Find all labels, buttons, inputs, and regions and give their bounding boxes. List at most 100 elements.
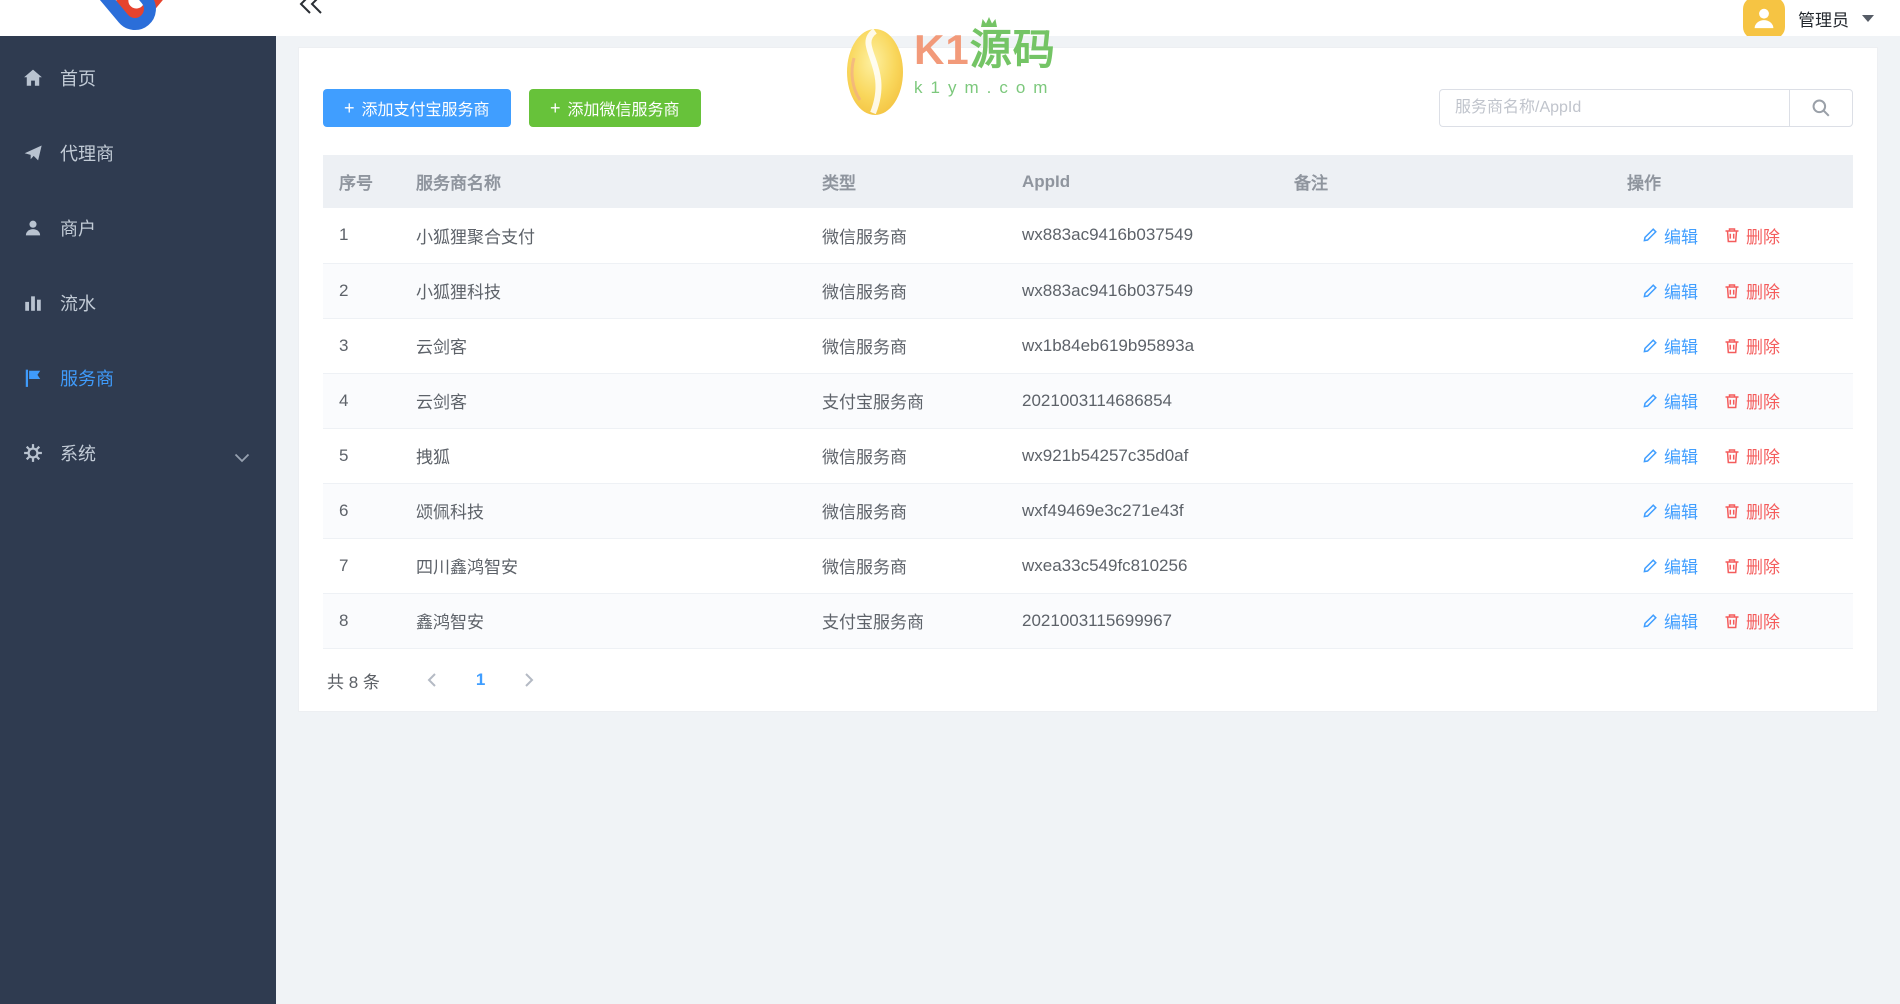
cell-index: 4 (323, 373, 416, 429)
trash-icon (1725, 613, 1739, 628)
sidebar-item-transactions[interactable]: 流水 (0, 265, 276, 340)
cell-appid: wx883ac9416b037549 (1022, 208, 1294, 264)
cell-type: 微信服务商 (822, 208, 1022, 264)
cell-type: 微信服务商 (822, 428, 1022, 484)
app-logo[interactable] (88, 0, 184, 36)
chevron-right-icon (525, 673, 534, 687)
cell-remark (1294, 208, 1627, 264)
sidebar-item-label: 系统 (60, 443, 96, 464)
sidebar-item-home[interactable]: 首页 (0, 40, 276, 115)
cell-index: 5 (323, 428, 416, 484)
cell-name: 颂佩科技 (416, 483, 822, 539)
sidebar: 首页 代理商 商户 流水 服务商 系统 (0, 36, 276, 1004)
pencil-icon (1643, 558, 1657, 573)
cell-appid: wxea33c549fc810256 (1022, 538, 1294, 594)
delete-button[interactable]: 删除 (1724, 388, 1780, 413)
flag-icon (23, 368, 43, 388)
trash-icon (1725, 228, 1739, 243)
edit-button[interactable]: 编辑 (1642, 333, 1698, 358)
edit-button[interactable]: 编辑 (1642, 388, 1698, 413)
cell-appid: 2021003114686854 (1022, 373, 1294, 429)
cell-name: 鑫鸿智安 (416, 593, 822, 649)
cell-remark (1294, 318, 1627, 374)
avatar (1743, 0, 1785, 36)
service-provider-panel: + 添加支付宝服务商 + 添加微信服务商 序号 服务商名称 类型 AppId 备… (298, 47, 1878, 712)
pencil-icon (1643, 503, 1657, 518)
edit-button[interactable]: 编辑 (1642, 553, 1698, 578)
edit-button[interactable]: 编辑 (1642, 443, 1698, 468)
col-remark: 备注 (1294, 155, 1627, 208)
pencil-icon (1643, 613, 1657, 628)
cell-type: 微信服务商 (822, 483, 1022, 539)
table-row: 3 云剑客 微信服务商 wx1b84eb619b95893a 编辑 删除 (323, 318, 1853, 374)
add-alipay-provider-button[interactable]: + 添加支付宝服务商 (323, 89, 511, 127)
search-icon (1812, 99, 1830, 117)
delete-button[interactable]: 删除 (1724, 498, 1780, 523)
cell-remark (1294, 483, 1627, 539)
cell-name: 云剑客 (416, 318, 822, 374)
sidebar-item-service-providers[interactable]: 服务商 (0, 340, 276, 415)
cell-appid: wx1b84eb619b95893a (1022, 318, 1294, 374)
search-button[interactable] (1789, 89, 1853, 127)
cell-name: 云剑客 (416, 373, 822, 429)
trash-icon (1725, 448, 1739, 463)
chart-icon (23, 293, 43, 313)
delete-button[interactable]: 删除 (1724, 223, 1780, 248)
cell-type: 微信服务商 (822, 263, 1022, 319)
pagination: 共 8 条 1 (327, 662, 545, 698)
trash-icon (1725, 503, 1739, 518)
table-row: 1 小狐狸聚合支付 微信服务商 wx883ac9416b037549 编辑 删除 (323, 208, 1853, 264)
sidebar-item-agents[interactable]: 代理商 (0, 115, 276, 190)
prev-page-button[interactable] (416, 672, 448, 688)
edit-button[interactable]: 编辑 (1642, 223, 1698, 248)
plus-icon: + (549, 97, 561, 118)
cell-remark (1294, 263, 1627, 319)
trash-icon (1725, 283, 1739, 298)
cell-remark (1294, 373, 1627, 429)
user-menu[interactable]: 管理员 (1743, 0, 1874, 36)
sidebar-item-label: 代理商 (60, 143, 114, 164)
col-name: 服务商名称 (416, 155, 822, 208)
table-row: 7 四川鑫鸿智安 微信服务商 wxea33c549fc810256 编辑 删除 (323, 538, 1853, 594)
next-page-button[interactable] (513, 672, 545, 688)
chevron-left-icon (427, 673, 436, 687)
sidebar-item-system[interactable]: 系统 (0, 415, 276, 490)
cell-name: 小狐狸科技 (416, 263, 822, 319)
col-type: 类型 (822, 155, 1022, 208)
pencil-icon (1643, 393, 1657, 408)
delete-button[interactable]: 删除 (1724, 553, 1780, 578)
edit-button[interactable]: 编辑 (1642, 608, 1698, 633)
sidebar-item-label: 商户 (60, 218, 96, 239)
table-row: 4 云剑客 支付宝服务商 2021003114686854 编辑 删除 (323, 373, 1853, 429)
cell-appid: wx921b54257c35d0af (1022, 428, 1294, 484)
admin-label: 管理员 (1798, 10, 1849, 30)
delete-button[interactable]: 删除 (1724, 608, 1780, 633)
pencil-icon (1643, 283, 1657, 298)
sidebar-collapse-icon[interactable] (298, 0, 324, 20)
delete-button[interactable]: 删除 (1724, 443, 1780, 468)
cell-remark (1294, 538, 1627, 594)
sidebar-item-label: 流水 (60, 293, 96, 314)
sidebar-item-merchants[interactable]: 商户 (0, 190, 276, 265)
search-group (1439, 89, 1853, 127)
cell-type: 微信服务商 (822, 318, 1022, 374)
delete-button[interactable]: 删除 (1724, 333, 1780, 358)
cell-appid: wx883ac9416b037549 (1022, 263, 1294, 319)
table-row: 5 拽狐 微信服务商 wx921b54257c35d0af 编辑 删除 (323, 428, 1853, 484)
user-icon (1754, 8, 1774, 29)
edit-button[interactable]: 编辑 (1642, 498, 1698, 523)
cell-type: 微信服务商 (822, 538, 1022, 594)
user-icon (23, 218, 43, 238)
cell-index: 2 (323, 263, 416, 319)
delete-button[interactable]: 删除 (1724, 278, 1780, 303)
pencil-icon (1643, 338, 1657, 353)
search-input[interactable] (1439, 89, 1789, 127)
home-icon (23, 68, 43, 88)
cell-remark (1294, 593, 1627, 649)
cell-index: 7 (323, 538, 416, 594)
table-row: 2 小狐狸科技 微信服务商 wx883ac9416b037549 编辑 删除 (323, 263, 1853, 319)
add-wechat-provider-button[interactable]: + 添加微信服务商 (528, 89, 701, 127)
add-alipay-label: 添加支付宝服务商 (361, 102, 490, 119)
page-number-current[interactable]: 1 (476, 670, 485, 690)
edit-button[interactable]: 编辑 (1642, 278, 1698, 303)
